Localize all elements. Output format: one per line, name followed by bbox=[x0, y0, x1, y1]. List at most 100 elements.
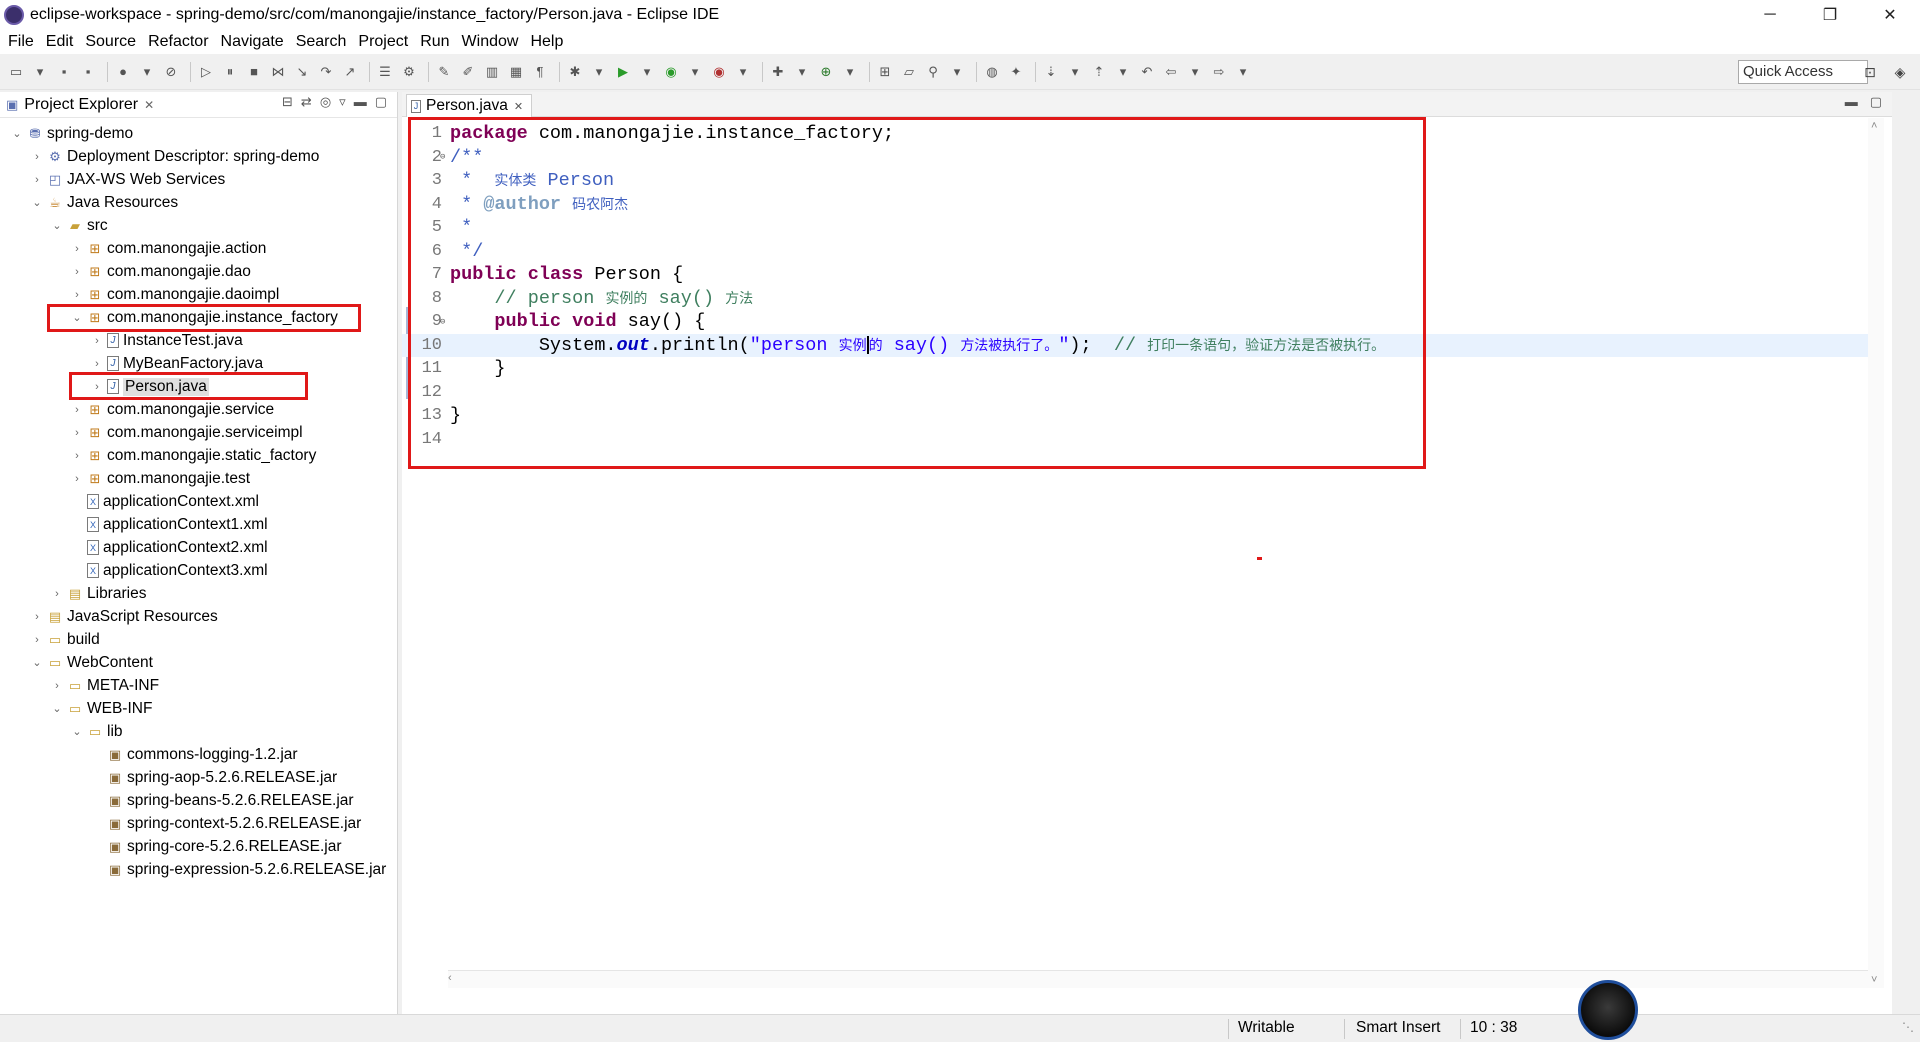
dropdown-arrow-icon[interactable]: ▾ bbox=[792, 62, 812, 82]
save-all-icon[interactable]: ▪ bbox=[78, 62, 98, 82]
expanded-arrow-icon[interactable]: ⌄ bbox=[70, 725, 84, 738]
scroll-down-icon[interactable]: ˅ bbox=[1871, 974, 1877, 986]
horizontal-scrollbar[interactable]: ‹ › bbox=[448, 970, 1882, 988]
tree-item[interactable]: › ⊞ com.manongajie.test bbox=[0, 467, 398, 490]
expanded-arrow-icon[interactable]: ⌄ bbox=[30, 656, 44, 669]
close-button[interactable]: ✕ bbox=[1860, 0, 1920, 29]
maximize-view-icon[interactable]: ▢ bbox=[375, 94, 387, 110]
tree-item[interactable]: › ⊞ com.manongajie.dao bbox=[0, 260, 398, 283]
expanded-arrow-icon[interactable]: ⌄ bbox=[10, 127, 24, 140]
menu-navigate[interactable]: Navigate bbox=[217, 33, 292, 51]
dropdown-arrow-icon[interactable]: ▾ bbox=[589, 62, 609, 82]
step-into-icon[interactable]: ↘ bbox=[292, 62, 312, 82]
dropdown-arrow-icon[interactable]: ▾ bbox=[1065, 62, 1085, 82]
external-tools-icon[interactable]: ◉ bbox=[709, 62, 729, 82]
coverage-icon[interactable]: ◉ bbox=[661, 62, 681, 82]
show-whitespace-icon[interactable]: ¶ bbox=[530, 62, 550, 82]
menu-source[interactable]: Source bbox=[81, 33, 144, 51]
toggle-mark-occurrences-icon[interactable]: ✎ bbox=[434, 62, 454, 82]
dropdown-arrow-icon[interactable]: ▾ bbox=[1113, 62, 1133, 82]
minimize-view-icon[interactable]: ▬ bbox=[354, 94, 367, 110]
menu-help[interactable]: Help bbox=[526, 33, 571, 51]
tree-item[interactable]: › ⊞ com.manongajie.daoimpl bbox=[0, 283, 398, 306]
tree-item[interactable]: ▣ commons-logging-1.2.jar bbox=[0, 743, 398, 766]
quick-access-input[interactable]: Quick Access bbox=[1738, 60, 1868, 84]
insert-mode-status[interactable]: Smart Insert bbox=[1356, 1019, 1440, 1037]
new-java-project-icon[interactable]: ✚ bbox=[768, 62, 788, 82]
skip-breakpoints-icon[interactable]: ⊘ bbox=[161, 62, 181, 82]
tree-item[interactable]: › ◰ JAX-WS Web Services bbox=[0, 168, 398, 191]
disconnect-icon[interactable]: ⋈ bbox=[268, 62, 288, 82]
maximize-view-icon[interactable]: ▢ bbox=[1870, 94, 1882, 110]
globe-icon[interactable]: ◍ bbox=[982, 62, 1002, 82]
tree-item[interactable]: ▣ spring-beans-5.2.6.RELEASE.jar bbox=[0, 789, 398, 812]
vertical-scrollbar[interactable]: ˄ ˅ bbox=[1868, 118, 1884, 988]
tree-item[interactable]: › ⊞ com.manongajie.static_factory bbox=[0, 444, 398, 467]
tree-item[interactable]: ▣ spring-expression-5.2.6.RELEASE.jar bbox=[0, 858, 398, 881]
dropdown-arrow-icon[interactable]: ▾ bbox=[1233, 62, 1253, 82]
dropdown-arrow-icon[interactable]: ▾ bbox=[840, 62, 860, 82]
collapsed-arrow-icon[interactable]: › bbox=[70, 473, 84, 485]
scroll-up-icon[interactable]: ˄ bbox=[1871, 120, 1877, 132]
tree-item[interactable]: ⌄ ▭ WebContent bbox=[0, 651, 398, 674]
dropdown-arrow-icon[interactable]: ▾ bbox=[137, 62, 157, 82]
collapsed-arrow-icon[interactable]: › bbox=[70, 450, 84, 462]
tree-item[interactable]: ⌄ ☕ Java Resources bbox=[0, 191, 398, 214]
step-return-icon[interactable]: ↗ bbox=[340, 62, 360, 82]
tree-item[interactable]: ▣ spring-context-5.2.6.RELEASE.jar bbox=[0, 812, 398, 835]
collapsed-arrow-icon[interactable]: › bbox=[50, 588, 64, 600]
collapsed-arrow-icon[interactable]: › bbox=[90, 335, 104, 347]
dropdown-arrow-icon[interactable]: ▾ bbox=[30, 62, 50, 82]
collapsed-arrow-icon[interactable]: › bbox=[90, 358, 104, 370]
tree-item[interactable]: › ▭ META-INF bbox=[0, 674, 398, 697]
menu-edit[interactable]: Edit bbox=[42, 33, 82, 51]
dropdown-arrow-icon[interactable]: ▾ bbox=[1185, 62, 1205, 82]
expanded-arrow-icon[interactable]: ⌄ bbox=[50, 702, 64, 715]
collapsed-arrow-icon[interactable]: › bbox=[70, 404, 84, 416]
menu-project[interactable]: Project bbox=[354, 33, 416, 51]
search-icon[interactable]: ⚲ bbox=[923, 62, 943, 82]
collapsed-arrow-icon[interactable]: › bbox=[30, 611, 44, 623]
collapsed-arrow-icon[interactable]: › bbox=[70, 427, 84, 439]
tree-item[interactable]: › ⊞ com.manongajie.action bbox=[0, 237, 398, 260]
collapsed-arrow-icon[interactable]: › bbox=[30, 174, 44, 186]
new-class-icon[interactable]: ⊕ bbox=[816, 62, 836, 82]
save-icon[interactable]: ▪ bbox=[54, 62, 74, 82]
menu-window[interactable]: Window bbox=[458, 33, 527, 51]
dropdown-arrow-icon[interactable]: ▾ bbox=[733, 62, 753, 82]
tree-item[interactable]: ⌄ ▭ lib bbox=[0, 720, 398, 743]
forward-icon[interactable]: ⇨ bbox=[1209, 62, 1229, 82]
resume-icon[interactable]: ▷ bbox=[196, 62, 216, 82]
debug-icon[interactable]: ✱ bbox=[565, 62, 585, 82]
resize-grip-icon[interactable]: ⋱ bbox=[1902, 1020, 1914, 1034]
close-icon[interactable]: ✕ bbox=[144, 98, 154, 112]
open-task-icon[interactable]: ⚙ bbox=[399, 62, 419, 82]
menu-refactor[interactable]: Refactor bbox=[144, 33, 216, 51]
tree-item[interactable]: › ▤ Libraries bbox=[0, 582, 398, 605]
collapse-all-icon[interactable]: ⊟ bbox=[282, 94, 293, 110]
tree-item[interactable]: ⌄ ▰ src bbox=[0, 214, 398, 237]
close-icon[interactable]: ✕ bbox=[514, 100, 523, 113]
open-type-hierarchy-icon[interactable]: ⊞ bbox=[875, 62, 895, 82]
menu-run[interactable]: Run bbox=[416, 33, 457, 51]
collapsed-arrow-icon[interactable]: › bbox=[70, 243, 84, 255]
tree-item[interactable]: XapplicationContext3.xml bbox=[0, 559, 398, 582]
dropdown-arrow-icon[interactable]: ▾ bbox=[947, 62, 967, 82]
tree-item[interactable]: ⌄ ▭ WEB-INF bbox=[0, 697, 398, 720]
tree-item[interactable]: › J InstanceTest.java bbox=[0, 329, 398, 352]
open-type-icon[interactable]: ☰ bbox=[375, 62, 395, 82]
open-perspective-icon[interactable]: ⊡ bbox=[1860, 62, 1880, 82]
tree-item[interactable]: ▣ spring-aop-5.2.6.RELEASE.jar bbox=[0, 766, 398, 789]
collapsed-arrow-icon[interactable]: › bbox=[30, 634, 44, 646]
tree-item[interactable]: ⌄ ⛃ spring-demo bbox=[0, 122, 398, 145]
account-icon[interactable]: ● bbox=[113, 62, 133, 82]
run-icon[interactable]: ▶ bbox=[613, 62, 633, 82]
filter-icon[interactable]: ◎ bbox=[320, 94, 331, 110]
scroll-left-icon[interactable]: ‹ bbox=[448, 972, 452, 984]
back-icon[interactable]: ⇦ bbox=[1161, 62, 1181, 82]
maximize-button[interactable]: ❐ bbox=[1800, 0, 1860, 29]
view-menu-icon[interactable]: ▿ bbox=[339, 94, 346, 110]
tree-item[interactable]: XapplicationContext2.xml bbox=[0, 536, 398, 559]
previous-annotation-icon[interactable]: ⇡ bbox=[1089, 62, 1109, 82]
cursor-position-status[interactable]: 10 : 38 bbox=[1470, 1019, 1517, 1037]
